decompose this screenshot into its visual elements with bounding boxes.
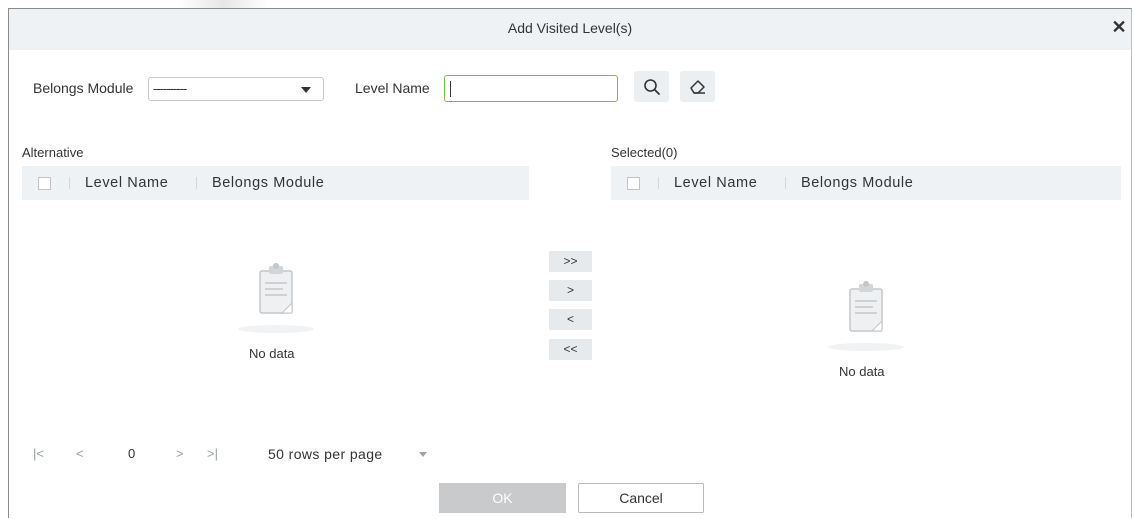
alternative-select-all-checkbox[interactable] — [38, 177, 51, 190]
selected-col-belongs-module[interactable]: Belongs Module — [801, 175, 913, 191]
column-separator — [69, 177, 70, 189]
cancel-button[interactable]: Cancel — [578, 483, 704, 513]
clear-button[interactable] — [680, 71, 715, 102]
move-all-left-button[interactable]: << — [549, 339, 592, 360]
empty-clipboard-icon — [236, 259, 316, 333]
selected-select-all-checkbox[interactable] — [627, 177, 640, 190]
search-icon — [644, 79, 660, 95]
belongs-module-selected-value: ---------- — [153, 81, 187, 96]
level-name-label: Level Name — [355, 80, 430, 96]
alternative-title: Alternative — [22, 145, 84, 160]
last-page-icon[interactable]: >| — [207, 446, 218, 461]
alternative-col-level-name[interactable]: Level Name — [85, 175, 168, 191]
move-right-button[interactable]: > — [549, 280, 592, 301]
column-separator — [196, 177, 197, 189]
dialog-title: Add Visited Level(s) — [507, 20, 633, 36]
chevron-down-icon[interactable] — [419, 452, 427, 457]
top-strip — [0, 0, 1134, 8]
search-button[interactable] — [634, 71, 669, 102]
move-all-right-button[interactable]: >> — [549, 251, 592, 272]
selected-col-level-name[interactable]: Level Name — [674, 175, 757, 191]
rows-per-page-select[interactable]: 50 rows per page — [268, 446, 383, 462]
chevron-down-icon — [301, 87, 311, 93]
move-left-button[interactable]: < — [549, 309, 592, 330]
selected-grid-header: Level Name Belongs Module — [611, 166, 1121, 200]
column-separator — [658, 177, 659, 189]
first-page-icon[interactable]: |< — [33, 446, 44, 461]
selected-empty-text: No data — [839, 364, 885, 379]
close-icon[interactable]: ✕ — [1109, 17, 1129, 37]
belongs-module-label: Belongs Module — [33, 80, 134, 96]
dialog-title-bar: Add Visited Level(s) ✕ — [9, 9, 1131, 50]
top-strip-shade — [178, 0, 268, 8]
alternative-col-belongs-module[interactable]: Belongs Module — [212, 175, 324, 191]
add-visited-levels-dialog: Add Visited Level(s) ✕ Belongs Module --… — [8, 8, 1132, 518]
current-page-number: 0 — [128, 446, 136, 461]
eraser-icon — [690, 80, 705, 94]
prev-page-icon[interactable]: < — [76, 446, 84, 461]
selected-title: Selected(0) — [611, 145, 678, 160]
alternative-grid-header: Level Name Belongs Module — [22, 166, 529, 200]
empty-clipboard-icon — [826, 277, 906, 351]
column-separator — [785, 177, 786, 189]
level-name-input[interactable] — [444, 75, 618, 102]
next-page-icon[interactable]: > — [176, 446, 184, 461]
ok-button[interactable]: OK — [439, 483, 566, 513]
alternative-empty-text: No data — [249, 346, 295, 361]
belongs-module-select[interactable]: ---------- — [148, 77, 324, 101]
text-cursor — [450, 81, 451, 97]
